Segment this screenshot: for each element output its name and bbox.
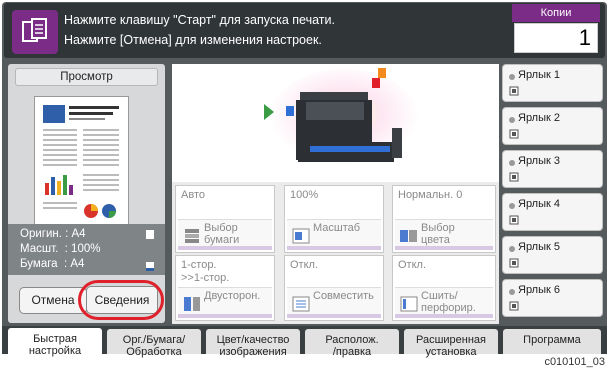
shortcut-2-label: Ярлык 2 xyxy=(518,112,560,124)
shortcut-doc-icon xyxy=(509,215,519,225)
shortcut-dot-icon xyxy=(509,160,515,166)
staple-punch-value: Откл. xyxy=(398,259,427,271)
staple-punch-label: Сшить/ перфорир. xyxy=(421,290,476,314)
combine-button[interactable]: Совместить xyxy=(287,287,381,318)
zoom-underline xyxy=(287,246,381,250)
tab-org-paper-line2: Обработка xyxy=(126,346,182,358)
shortcut-5[interactable]: Ярлык 5 xyxy=(502,236,603,274)
scale-info: Масшт. : 100% xyxy=(20,243,101,255)
tab-advanced-line2: установка xyxy=(425,346,477,358)
staple-punch-underline xyxy=(395,314,493,318)
shortcut-4-label: Ярлык 4 xyxy=(518,198,560,210)
tab-layout-edit-line1: Располож. xyxy=(325,334,379,346)
shortcut-1-label: Ярлык 1 xyxy=(518,69,560,81)
copy-mode-icon xyxy=(12,10,58,54)
copies-field[interactable]: 1 xyxy=(514,23,598,53)
shortcut-dot-icon xyxy=(509,246,515,252)
staple-punch-icon xyxy=(400,296,418,312)
preview-thumbnail xyxy=(34,96,129,232)
staple-punch-cell[interactable]: Откл. Сшить/ перфорир. xyxy=(392,255,496,321)
combine-label: Совместить xyxy=(313,290,374,302)
shortcut-dot-icon xyxy=(509,203,515,209)
color-select-label: Выбор цвета xyxy=(421,222,455,246)
shortcut-6-label: Ярлык 6 xyxy=(518,284,560,296)
message-line-1: Нажмите клавишу "Старт" для запуска печа… xyxy=(64,13,335,27)
shortcut-doc-icon xyxy=(509,258,519,268)
message-line-2: Нажмите [Отмена] для изменения настроек. xyxy=(64,33,322,47)
paper-select-cell[interactable]: Авто Выбор бумаги xyxy=(175,185,275,253)
combine-icon xyxy=(292,296,310,312)
duplex-button[interactable]: Двусторон. xyxy=(178,287,272,318)
shortcut-1[interactable]: Ярлык 1 xyxy=(502,64,603,102)
color-select-value: Нормальн. 0 xyxy=(398,189,463,201)
tab-advanced-line1: Расширенная xyxy=(415,334,487,346)
paper-select-icon xyxy=(185,229,199,243)
machine-image-area xyxy=(172,64,499,183)
copies-label: Копии xyxy=(512,4,600,22)
zoom-button[interactable]: Масштаб xyxy=(287,219,381,250)
shortcut-dot-icon xyxy=(509,117,515,123)
tab-color-quality[interactable]: Цвет/качество изображения xyxy=(206,329,300,358)
shortcut-doc-icon xyxy=(509,301,519,311)
shortcut-doc-icon xyxy=(509,172,519,182)
shortcut-2[interactable]: Ярлык 2 xyxy=(502,107,603,145)
shortcut-4[interactable]: Ярлык 4 xyxy=(502,193,603,231)
zoom-cell[interactable]: 100% Масштаб xyxy=(284,185,384,253)
tab-org-paper-line1: Орг./Бумага/ xyxy=(122,334,186,346)
color-select-button[interactable]: Выбор цвета xyxy=(395,219,493,250)
paper-info: Бумага : A4 xyxy=(20,258,85,270)
paper-select-value: Авто xyxy=(181,189,205,201)
tab-advanced[interactable]: Расширенная установка xyxy=(404,329,498,358)
shortcut-6[interactable]: Ярлык 6 xyxy=(502,279,603,317)
duplex-underline xyxy=(178,314,272,318)
shortcut-3[interactable]: Ярлык 3 xyxy=(502,150,603,188)
tab-quick-setup[interactable]: Быстрая настройка xyxy=(8,328,102,357)
combine-cell[interactable]: Откл. Совместить xyxy=(284,255,384,321)
paper-select-label: Выбор бумаги xyxy=(204,222,240,246)
color-select-icon xyxy=(400,230,417,242)
duplex-icon xyxy=(184,297,200,311)
tab-color-quality-line1: Цвет/качество xyxy=(216,334,290,346)
original-size-info: Оригин. : A4 xyxy=(20,228,86,240)
preview-button[interactable]: Просмотр xyxy=(15,68,158,86)
tab-layout-edit[interactable]: Располож. /правка xyxy=(305,329,399,358)
duplex-label: Двусторон. xyxy=(204,290,261,302)
shortcut-doc-icon xyxy=(509,129,519,139)
shortcut-dot-icon xyxy=(509,74,515,80)
shortcut-5-label: Ярлык 5 xyxy=(518,241,560,253)
paper-select-underline xyxy=(178,246,272,250)
tab-program-line1: Программа xyxy=(523,334,581,346)
shortcut-doc-icon xyxy=(509,86,519,96)
tab-quick-setup-line1: Быстрая xyxy=(33,333,77,345)
figure-code: c010101_03 xyxy=(544,356,605,368)
zoom-label: Масштаб xyxy=(313,222,361,234)
color-select-cell[interactable]: Нормальн. 0 Выбор цвета xyxy=(392,185,496,253)
tab-color-quality-line2: изображения xyxy=(219,346,287,358)
shortcut-dot-icon xyxy=(509,289,515,295)
zoom-icon xyxy=(292,228,310,244)
cancel-button[interactable]: Отмена xyxy=(19,287,87,314)
tab-quick-setup-line2: настройка xyxy=(28,345,82,357)
paper-select-button[interactable]: Выбор бумаги xyxy=(178,219,272,250)
shortcut-3-label: Ярлык 3 xyxy=(518,155,560,167)
paper-tray-icon xyxy=(146,262,154,271)
original-orientation-icon xyxy=(146,230,154,239)
color-select-underline xyxy=(395,246,493,250)
staple-punch-button[interactable]: Сшить/ перфорир. xyxy=(395,287,493,318)
zoom-value: 100% xyxy=(290,189,319,201)
combine-value: Откл. xyxy=(290,259,319,271)
tab-program[interactable]: Программа xyxy=(503,329,601,354)
combine-underline xyxy=(287,314,381,318)
highlight-ring xyxy=(78,280,164,320)
duplex-value: 1-стор. >>1-стор. xyxy=(181,259,230,284)
tab-org-paper[interactable]: Орг./Бумага/ Обработка xyxy=(107,329,201,358)
duplex-cell[interactable]: 1-стор. >>1-стор. Двусторон. xyxy=(175,255,275,321)
tab-layout-edit-line2: /правка xyxy=(332,346,372,358)
